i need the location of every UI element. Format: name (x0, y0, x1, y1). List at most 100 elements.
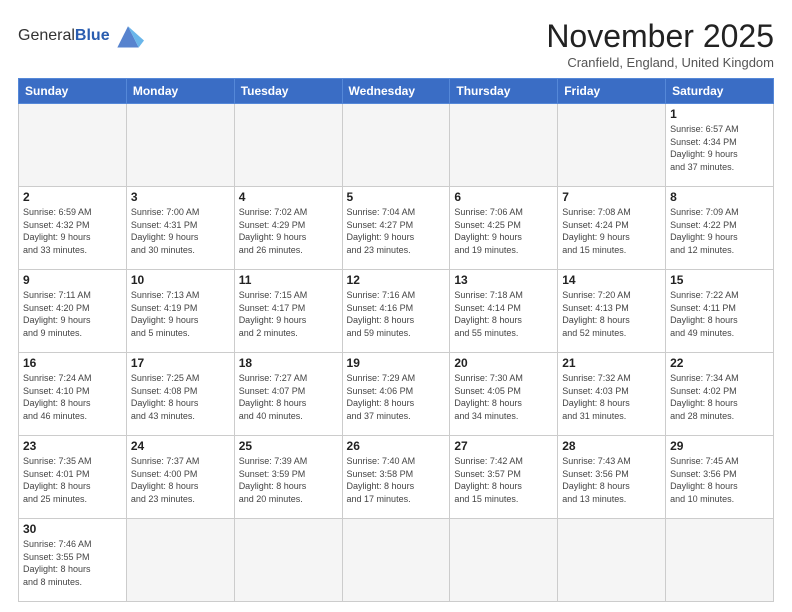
calendar-cell: 28 Sunrise: 7:43 AM Sunset: 3:56 PM Dayli… (558, 436, 666, 519)
day-number: 5 (347, 190, 446, 204)
day-number: 4 (239, 190, 338, 204)
month-title: November 2025 (546, 18, 774, 55)
header: GeneralBlue November 2025 Cranfield, Eng… (18, 18, 774, 70)
calendar-cell: 30Sunrise: 7:46 AM Sunset: 3:55 PM Dayli… (19, 519, 127, 602)
day-info: Sunrise: 7:20 AM Sunset: 4:13 PM Dayligh… (562, 289, 661, 339)
calendar-cell (19, 104, 127, 187)
calendar-cell (126, 519, 234, 602)
calendar-cell: 13Sunrise: 7:18 AM Sunset: 4:14 PM Dayli… (450, 270, 558, 353)
day-info: Sunrise: 7:43 AM Sunset: 3:56 PM Dayligh… (562, 455, 661, 505)
calendar: SundayMondayTuesdayWednesdayThursdayFrid… (18, 78, 774, 602)
day-number: 29 (670, 439, 769, 453)
calendar-cell (450, 104, 558, 187)
day-info: Sunrise: 7:29 AM Sunset: 4:06 PM Dayligh… (347, 372, 446, 422)
day-info: Sunrise: 6:59 AM Sunset: 4:32 PM Dayligh… (23, 206, 122, 256)
calendar-cell: 7Sunrise: 7:08 AM Sunset: 4:24 PM Daylig… (558, 187, 666, 270)
day-number: 7 (562, 190, 661, 204)
title-block: November 2025 Cranfield, England, United… (546, 18, 774, 70)
day-number: 15 (670, 273, 769, 287)
calendar-cell: 29 Sunrise: 7:45 AM Sunset: 3:56 PM Dayli… (666, 436, 774, 519)
calendar-cell (558, 519, 666, 602)
day-number: 10 (131, 273, 230, 287)
day-info: Sunrise: 7:27 AM Sunset: 4:07 PM Dayligh… (239, 372, 338, 422)
calendar-week-row: 1Sunrise: 6:57 AM Sunset: 4:34 PM Daylig… (19, 104, 774, 187)
calendar-cell (126, 104, 234, 187)
day-number: 27 (454, 439, 553, 453)
day-number: 26 (347, 439, 446, 453)
calendar-cell: 21Sunrise: 7:32 AM Sunset: 4:03 PM Dayli… (558, 353, 666, 436)
day-info: Sunrise: 7:00 AM Sunset: 4:31 PM Dayligh… (131, 206, 230, 256)
day-info: Sunrise: 7:25 AM Sunset: 4:08 PM Dayligh… (131, 372, 230, 422)
calendar-cell: 27 Sunrise: 7:42 AM Sunset: 3:57 PM Dayli… (450, 436, 558, 519)
day-number: 20 (454, 356, 553, 370)
calendar-cell: 16 Sunrise: 7:24 AM Sunset: 4:10 PM Dayli… (19, 353, 127, 436)
calendar-cell: 25 Sunrise: 7:39 AM Sunset: 3:59 PM Dayli… (234, 436, 342, 519)
logo-blue: Blue (75, 27, 110, 44)
day-number: 30 (23, 522, 122, 536)
day-number: 28 (562, 439, 661, 453)
day-number: 16 (23, 356, 122, 370)
calendar-cell: 10 Sunrise: 7:13 AM Sunset: 4:19 PM Dayli… (126, 270, 234, 353)
calendar-cell: 11 Sunrise: 7:15 AM Sunset: 4:17 PM Dayli… (234, 270, 342, 353)
calendar-cell: 8 Sunrise: 7:09 AM Sunset: 4:22 PM Daylig… (666, 187, 774, 270)
day-info: Sunrise: 7:24 AM Sunset: 4:10 PM Dayligh… (23, 372, 122, 422)
day-number: 18 (239, 356, 338, 370)
location: Cranfield, England, United Kingdom (546, 55, 774, 70)
day-number: 8 (670, 190, 769, 204)
calendar-cell: 9Sunrise: 7:11 AM Sunset: 4:20 PM Daylig… (19, 270, 127, 353)
calendar-header-thursday: Thursday (450, 79, 558, 104)
calendar-cell (342, 519, 450, 602)
day-info: Sunrise: 7:45 AM Sunset: 3:56 PM Dayligh… (670, 455, 769, 505)
day-info: Sunrise: 7:42 AM Sunset: 3:57 PM Dayligh… (454, 455, 553, 505)
day-info: Sunrise: 7:35 AM Sunset: 4:01 PM Dayligh… (23, 455, 122, 505)
day-number: 13 (454, 273, 553, 287)
calendar-header-saturday: Saturday (666, 79, 774, 104)
calendar-cell (234, 519, 342, 602)
day-info: Sunrise: 7:40 AM Sunset: 3:58 PM Dayligh… (347, 455, 446, 505)
calendar-header-sunday: Sunday (19, 79, 127, 104)
calendar-week-row: 16 Sunrise: 7:24 AM Sunset: 4:10 PM Dayli… (19, 353, 774, 436)
calendar-cell: 18 Sunrise: 7:27 AM Sunset: 4:07 PM Dayli… (234, 353, 342, 436)
day-info: Sunrise: 7:16 AM Sunset: 4:16 PM Dayligh… (347, 289, 446, 339)
calendar-cell: 6Sunrise: 7:06 AM Sunset: 4:25 PM Daylig… (450, 187, 558, 270)
logo-icon (112, 22, 144, 50)
calendar-cell: 12Sunrise: 7:16 AM Sunset: 4:16 PM Dayli… (342, 270, 450, 353)
day-info: Sunrise: 7:22 AM Sunset: 4:11 PM Dayligh… (670, 289, 769, 339)
day-info: Sunrise: 7:37 AM Sunset: 4:00 PM Dayligh… (131, 455, 230, 505)
day-info: Sunrise: 7:09 AM Sunset: 4:22 PM Dayligh… (670, 206, 769, 256)
day-number: 25 (239, 439, 338, 453)
day-number: 22 (670, 356, 769, 370)
calendar-cell: 1Sunrise: 6:57 AM Sunset: 4:34 PM Daylig… (666, 104, 774, 187)
day-number: 14 (562, 273, 661, 287)
day-number: 17 (131, 356, 230, 370)
day-number: 3 (131, 190, 230, 204)
calendar-cell (342, 104, 450, 187)
day-info: Sunrise: 7:06 AM Sunset: 4:25 PM Dayligh… (454, 206, 553, 256)
calendar-cell: 24 Sunrise: 7:37 AM Sunset: 4:00 PM Dayli… (126, 436, 234, 519)
day-number: 1 (670, 107, 769, 121)
day-number: 21 (562, 356, 661, 370)
calendar-header-tuesday: Tuesday (234, 79, 342, 104)
calendar-cell: 26 Sunrise: 7:40 AM Sunset: 3:58 PM Dayli… (342, 436, 450, 519)
calendar-cell: 19Sunrise: 7:29 AM Sunset: 4:06 PM Dayli… (342, 353, 450, 436)
calendar-cell (450, 519, 558, 602)
day-number: 23 (23, 439, 122, 453)
calendar-cell: 22Sunrise: 7:34 AM Sunset: 4:02 PM Dayli… (666, 353, 774, 436)
calendar-cell (666, 519, 774, 602)
logo: GeneralBlue (18, 22, 144, 50)
day-info: Sunrise: 7:13 AM Sunset: 4:19 PM Dayligh… (131, 289, 230, 339)
day-info: Sunrise: 7:15 AM Sunset: 4:17 PM Dayligh… (239, 289, 338, 339)
day-info: Sunrise: 7:30 AM Sunset: 4:05 PM Dayligh… (454, 372, 553, 422)
calendar-header-row: SundayMondayTuesdayWednesdayThursdayFrid… (19, 79, 774, 104)
calendar-week-row: 30Sunrise: 7:46 AM Sunset: 3:55 PM Dayli… (19, 519, 774, 602)
calendar-week-row: 9Sunrise: 7:11 AM Sunset: 4:20 PM Daylig… (19, 270, 774, 353)
day-info: Sunrise: 7:04 AM Sunset: 4:27 PM Dayligh… (347, 206, 446, 256)
calendar-cell: 20 Sunrise: 7:30 AM Sunset: 4:05 PM Dayli… (450, 353, 558, 436)
day-info: Sunrise: 7:11 AM Sunset: 4:20 PM Dayligh… (23, 289, 122, 339)
day-info: Sunrise: 7:39 AM Sunset: 3:59 PM Dayligh… (239, 455, 338, 505)
calendar-cell: 17 Sunrise: 7:25 AM Sunset: 4:08 PM Dayli… (126, 353, 234, 436)
day-number: 24 (131, 439, 230, 453)
logo-general: General (18, 27, 75, 44)
calendar-cell: 4Sunrise: 7:02 AM Sunset: 4:29 PM Daylig… (234, 187, 342, 270)
day-number: 11 (239, 273, 338, 287)
